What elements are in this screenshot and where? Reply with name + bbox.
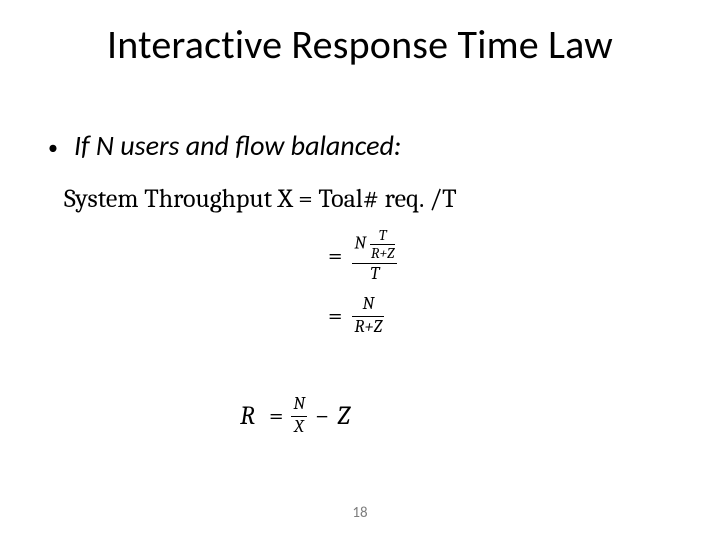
- fraction-numerator: N T R+Z: [352, 228, 397, 263]
- fraction-NX: N X: [291, 396, 307, 436]
- equation-throughput-def: System Throughput X = Toal# req. /T: [64, 184, 457, 214]
- slide-title: Interactive Response Time Law: [0, 20, 720, 69]
- inner-fraction: T R+Z: [370, 228, 396, 261]
- bullet-line: • If N users and flow balanced:: [48, 128, 401, 163]
- equals-sign: =: [328, 241, 342, 271]
- fraction-denominator: T: [352, 263, 397, 284]
- R-var: R: [240, 401, 255, 431]
- bullet-text: If N users and flow balanced:: [74, 128, 401, 163]
- minus-sign: −: [315, 401, 329, 431]
- equals-sign: =: [269, 401, 283, 431]
- bullet-dot: •: [48, 138, 58, 158]
- fraction-denominator: X: [291, 416, 307, 437]
- N-factor: N: [354, 234, 366, 254]
- inner-numerator: T: [370, 228, 396, 244]
- equation-step-3: = N R+Z: [328, 296, 384, 336]
- Z-var: Z: [337, 401, 350, 431]
- equals-sign: =: [328, 301, 342, 331]
- fraction-numerator: N: [291, 396, 307, 416]
- fraction-numerator: N: [352, 296, 384, 316]
- equation-result: R = N X − Z: [240, 396, 350, 436]
- page-number: 18: [0, 504, 720, 522]
- fraction: N R+Z: [352, 296, 384, 336]
- fraction-denominator: R+Z: [352, 316, 384, 337]
- equation-step-2: = N T R+Z T: [328, 228, 397, 284]
- fraction-outer: N T R+Z T: [352, 228, 397, 284]
- inner-denominator: R+Z: [370, 244, 396, 261]
- slide: Interactive Response Time Law • If N use…: [0, 0, 720, 540]
